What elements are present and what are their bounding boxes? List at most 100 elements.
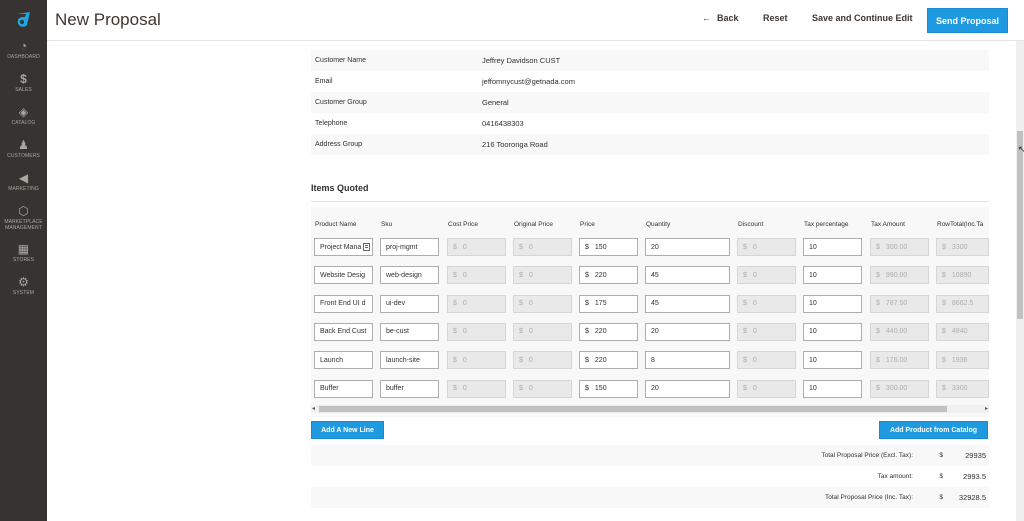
cost-price-field: $0	[447, 379, 506, 398]
items-grid: ◂ ▸ Product Name Sku Cost Price Original Pr…	[311, 207, 989, 417]
sku-input[interactable]: web-design	[380, 266, 439, 285]
reset-button[interactable]: Reset	[763, 13, 788, 23]
cube-icon: ◈	[18, 105, 29, 119]
sku-input[interactable]: ui-dev	[380, 294, 439, 313]
dashboard-icon: ◔	[19, 39, 28, 53]
quantity-input[interactable]: 20	[645, 238, 730, 256]
sku-input[interactable]: launch-site	[380, 351, 439, 370]
discount-field: $0	[737, 266, 796, 285]
cell-value: 0	[528, 385, 533, 392]
tax-percentage-input[interactable]: 10	[803, 238, 862, 256]
cost-price-field: $0	[447, 351, 506, 370]
cell-value: 8	[651, 356, 655, 364]
customer-info-value: 216 Tooronga Road	[482, 140, 548, 149]
cell-value: 0	[528, 243, 533, 251]
add-product-from-catalog-button[interactable]: Add Product from Catalog	[879, 421, 988, 439]
product-name-input[interactable]: Buffer	[314, 379, 373, 398]
quantity-input[interactable]: 20	[645, 322, 730, 341]
currency-symbol: $	[876, 328, 880, 336]
tax-percentage-input[interactable]: 10	[803, 294, 862, 313]
price-input[interactable]: $150	[579, 379, 638, 398]
add-new-line-button[interactable]: Add A New Line	[311, 421, 384, 439]
currency-symbol: $	[585, 243, 589, 251]
copy-icon[interactable]	[363, 243, 370, 251]
cell-value: 0	[528, 328, 533, 336]
cost-price-field: $0	[447, 294, 506, 313]
scroll-left-icon[interactable]: ◂	[312, 405, 315, 412]
original-price-field: $0	[513, 351, 572, 370]
nav-item-sales[interactable]: $ SALES	[0, 73, 47, 106]
row-total-field: $4840	[936, 322, 989, 341]
cell-value: 0	[752, 356, 757, 364]
nav-item-customers[interactable]: ♟ CUSTOMERS	[0, 139, 47, 172]
customer-info-row: Customer Group General	[311, 92, 989, 113]
cell-value: 20	[651, 385, 659, 392]
totals-label: Total Proposal Price (Inc. Tax):	[824, 494, 913, 501]
quantity-input[interactable]: 20	[645, 379, 730, 398]
original-price-field: $0	[513, 238, 572, 256]
page-scrollbar[interactable]	[1016, 41, 1024, 521]
price-input[interactable]: $150	[579, 238, 638, 256]
quantity-input[interactable]: 45	[645, 294, 730, 313]
cell-value: 0	[462, 300, 467, 308]
scroll-right-icon[interactable]: ▸	[985, 405, 988, 412]
customer-info-value: Jeffrey Davidson CUST	[482, 56, 561, 65]
scrollbar-thumb[interactable]	[1017, 131, 1023, 319]
cell-value: 787.50	[885, 300, 908, 308]
customer-info-row: Telephone 0416438303	[311, 113, 989, 134]
cell-value: 0	[752, 300, 757, 308]
original-price-field: $0	[513, 379, 572, 398]
currency-symbol: $	[519, 385, 523, 392]
grid-scrollbar-thumb[interactable]	[319, 406, 947, 412]
cell-value: 4840	[951, 328, 968, 336]
currency-symbol: $	[942, 356, 946, 364]
discount-field: $0	[737, 238, 796, 256]
nav-item-marketing[interactable]: ◀ MARKETING	[0, 172, 47, 205]
currency-symbol: $	[743, 243, 747, 251]
arrow-left-icon: ←	[702, 13, 711, 23]
logo[interactable]	[0, 0, 47, 40]
product-name-input[interactable]: Front End UI d	[314, 294, 373, 313]
nav-item-system[interactable]: ⚙ SYSTEM	[0, 276, 47, 309]
nav-item-stores[interactable]: ▦ STORES	[0, 243, 47, 276]
currency-symbol: $	[519, 300, 523, 308]
cell-value: 176.00	[885, 356, 908, 364]
back-button[interactable]: ← Back	[702, 13, 739, 23]
tax-amount-field: $300.00	[870, 379, 929, 398]
currency-symbol: $	[942, 328, 946, 336]
column-header: Tax Amount	[871, 221, 905, 228]
sku-input[interactable]: buffer	[380, 379, 439, 398]
sku-input[interactable]: proj-mgmt	[380, 238, 439, 256]
save-continue-button[interactable]: Save and Continue Edit	[812, 13, 913, 23]
currency-symbol: $	[519, 243, 523, 251]
cell-value: Launch	[320, 356, 343, 364]
discount-field: $0	[737, 351, 796, 370]
price-input[interactable]: $220	[579, 322, 638, 341]
nav-item-dashboard[interactable]: ◔ DASHBOARD	[0, 40, 47, 73]
price-input[interactable]: $220	[579, 351, 638, 370]
customer-info-row: Customer Name Jeffrey Davidson CUST	[311, 50, 989, 71]
nav-item-marketplace-management[interactable]: ⬡ MARKETPLACE MANAGEMENT	[0, 205, 47, 243]
column-header: Quantity	[646, 221, 671, 228]
original-price-field: $0	[513, 294, 572, 313]
grid-horizontal-scrollbar[interactable]: ◂ ▸	[311, 405, 989, 413]
tax-percentage-input[interactable]: 10	[803, 322, 862, 341]
nav-item-catalog[interactable]: ◈ CATALOG	[0, 106, 47, 139]
customer-info-label: Address Group	[315, 141, 363, 148]
tax-percentage-input[interactable]: 10	[803, 351, 862, 370]
column-header: Cost Price	[448, 221, 478, 228]
product-name-input[interactable]: Project Mana	[314, 238, 373, 256]
price-input[interactable]: $175	[579, 294, 638, 313]
sku-input[interactable]: be-cust	[380, 322, 439, 341]
cell-value: 220	[594, 271, 607, 279]
price-input[interactable]: $220	[579, 266, 638, 285]
product-name-input[interactable]: Back End Cust	[314, 322, 373, 341]
quantity-input[interactable]: 8	[645, 351, 730, 370]
tax-percentage-input[interactable]: 10	[803, 379, 862, 398]
send-proposal-button[interactable]: Send Proposal	[927, 8, 1008, 33]
quantity-input[interactable]: 45	[645, 266, 730, 285]
cell-value: Buffer	[320, 385, 339, 392]
product-name-input[interactable]: Website Desig	[314, 266, 373, 285]
product-name-input[interactable]: Launch	[314, 351, 373, 370]
tax-percentage-input[interactable]: 10	[803, 266, 862, 285]
